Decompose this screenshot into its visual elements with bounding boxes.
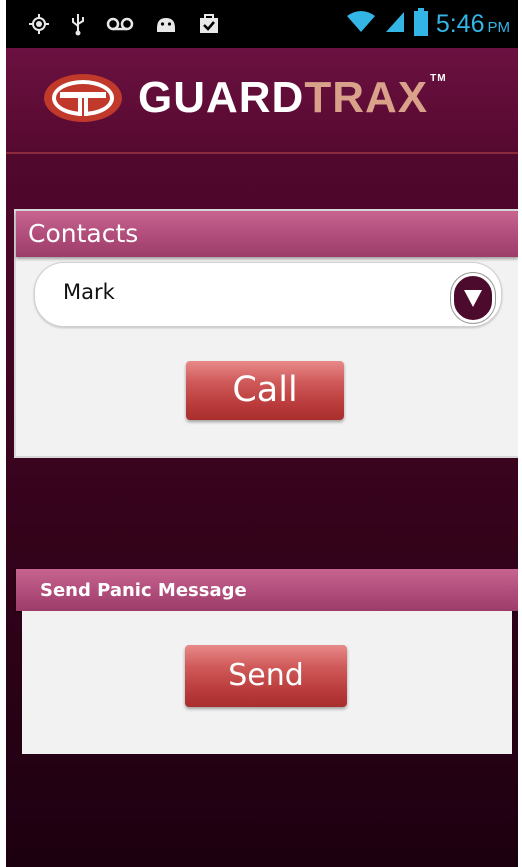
wifi-icon — [346, 10, 376, 38]
usb-icon — [70, 12, 86, 36]
status-bar: 5:46 PM — [6, 0, 518, 48]
device-screen: 5:46 PM GUARDTRAX TM Contacts Mark Call Se… — [6, 0, 518, 867]
contact-select[interactable]: Mark — [34, 262, 502, 327]
logo-tm: TM — [430, 73, 447, 84]
clock-time: 5:46 — [435, 9, 485, 38]
gps-icon — [28, 13, 50, 35]
voicemail-icon — [106, 16, 134, 32]
status-clock: 5:46 PM — [436, 10, 510, 39]
signal-icon — [384, 10, 406, 38]
dropdown-arrow-icon[interactable] — [451, 273, 495, 323]
call-button[interactable]: Call — [186, 361, 344, 420]
battery-icon — [413, 8, 428, 40]
logo-trax: TRAX — [304, 73, 429, 122]
guardtrax-logo: GUARDTRAX TM — [42, 72, 447, 124]
logo-guard: GUARD — [138, 73, 305, 122]
contact-selected-value: Mark — [63, 280, 115, 304]
task-icon — [198, 13, 220, 35]
clock-ampm: PM — [487, 18, 511, 36]
logo-text: GUARDTRAX TM — [138, 73, 447, 123]
android-icon — [154, 14, 178, 34]
panic-header: Send Panic Message — [16, 569, 518, 611]
guardtrax-logo-icon — [44, 74, 122, 122]
contacts-header: Contacts — [16, 211, 518, 257]
send-button[interactable]: Send — [185, 645, 347, 707]
app-header: GUARDTRAX TM — [6, 48, 518, 154]
